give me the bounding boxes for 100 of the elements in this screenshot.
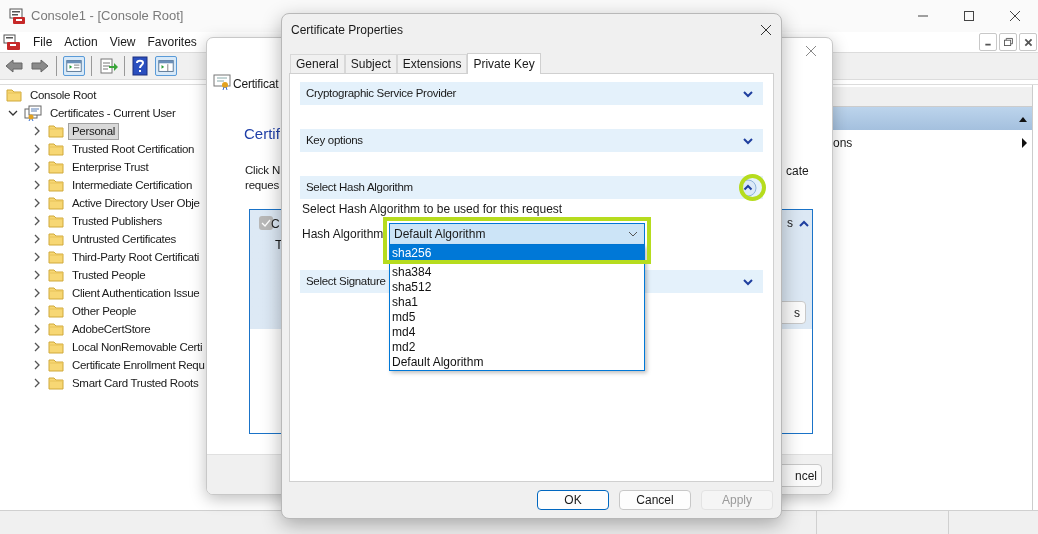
tab[interactable]: General: [290, 54, 345, 73]
certificate-icon: [24, 105, 42, 121]
tree-item[interactable]: Smart Card Trusted Roots: [68, 374, 203, 392]
folder-icon: [48, 376, 64, 390]
folder-icon: [48, 286, 64, 300]
chevron-icon[interactable]: [32, 288, 42, 298]
folder-icon: [48, 322, 64, 336]
dropdown-option[interactable]: md4: [390, 325, 644, 340]
intro-text: reques: [245, 178, 279, 193]
field-label: Hash Algorithm: [301, 226, 385, 243]
chevron-icon[interactable]: [32, 306, 42, 316]
chevron-icon[interactable]: [32, 252, 42, 262]
chevron-icon[interactable]: [32, 216, 42, 226]
tree-item[interactable]: Trusted Root Certification: [68, 140, 199, 158]
folder-icon: [48, 178, 64, 192]
section-header[interactable]: Key options: [300, 129, 763, 152]
tree-item[interactable]: Active Directory User Obje: [68, 194, 204, 212]
menu-item[interactable]: Action: [58, 33, 104, 51]
folder-icon: [48, 214, 64, 228]
chevron-icon[interactable]: [32, 162, 42, 172]
tree-item[interactable]: AdobeCertStore: [68, 320, 155, 338]
chevron-icon[interactable]: [8, 108, 18, 118]
folder-icon: [48, 340, 64, 354]
dialog-title: Certificate Properties: [291, 22, 404, 39]
folder-icon: [48, 250, 64, 264]
folder-icon: [48, 142, 64, 156]
menu-item[interactable]: View: [103, 33, 142, 51]
help-icon[interactable]: [131, 56, 149, 76]
tree-item[interactable]: Console Root: [26, 86, 101, 104]
chevron-icon[interactable]: [743, 136, 753, 145]
tree-item[interactable]: Personal: [68, 122, 119, 140]
chevron-icon[interactable]: [32, 360, 42, 370]
dropdown-field[interactable]: Default Algorithm: [389, 223, 645, 245]
chevron-icon[interactable]: [743, 89, 753, 98]
chevron-icon[interactable]: [32, 270, 42, 280]
folder-icon: [48, 268, 64, 282]
section-header[interactable]: Select Hash Algorithm: [300, 176, 763, 199]
dropdown-option[interactable]: sha1: [390, 295, 644, 310]
dropdown-option[interactable]: sha512: [390, 280, 644, 295]
tree-item[interactable]: Certificates - Current User: [46, 104, 180, 122]
chevron-icon[interactable]: [32, 324, 42, 334]
tab[interactable]: Private Key: [467, 53, 541, 74]
tab[interactable]: Subject: [344, 54, 397, 73]
chevron-icon[interactable]: [32, 198, 42, 208]
tree-item[interactable]: Client Authentication Issue: [68, 284, 204, 302]
window-title: Certificat: [233, 76, 279, 93]
restore-icon[interactable]: [999, 33, 1017, 51]
checkbox-label: C: [271, 216, 280, 233]
chevron-icon[interactable]: [32, 234, 42, 244]
menu-item[interactable]: Favorites: [141, 33, 203, 51]
tree-item[interactable]: Trusted People: [68, 266, 150, 284]
page-heading: Certif: [244, 124, 280, 144]
tree-item[interactable]: Local NonRemovable Certi: [68, 338, 206, 356]
folder-icon: [48, 232, 64, 246]
chevron-icon[interactable]: [32, 180, 42, 190]
tree-item[interactable]: Enterprise Trust: [68, 158, 153, 176]
tree-item[interactable]: Other People: [68, 302, 141, 320]
tab[interactable]: Extensions: [396, 54, 468, 73]
task-link[interactable]: ons: [833, 134, 853, 152]
tree-item[interactable]: Certificate Enrollment Requ: [68, 356, 206, 374]
dropdown-option[interactable]: Default Algorithm: [390, 355, 644, 370]
folder-icon: [48, 358, 64, 372]
show-action-pane-icon[interactable]: [155, 56, 177, 76]
section-description: Select Hash Algorithm to be used for this request: [301, 201, 564, 215]
caret-icon: [628, 231, 638, 237]
show-tree-icon[interactable]: [63, 56, 85, 76]
chevron-icon[interactable]: [32, 144, 42, 154]
maximize-icon[interactable]: [963, 10, 975, 22]
tree-item[interactable]: Trusted Publishers: [68, 212, 167, 230]
submenu-arrow-icon: [1020, 137, 1028, 149]
export-list-icon[interactable]: [98, 56, 118, 76]
folder-icon: [6, 88, 22, 102]
forward-icon[interactable]: [30, 57, 50, 75]
app-icon: [9, 8, 25, 24]
close-icon[interactable]: [1009, 10, 1021, 22]
folder-icon: [48, 160, 64, 174]
folder-icon: [48, 124, 64, 138]
folder-icon: [48, 304, 64, 318]
section-header[interactable]: Cryptographic Service Provider: [300, 82, 763, 105]
chevron-icon[interactable]: [32, 126, 42, 136]
dropdown-option[interactable]: md5: [390, 310, 644, 325]
dropdown-option[interactable]: md2: [390, 340, 644, 355]
check-icon: [261, 219, 271, 227]
tree-item[interactable]: Third-Party Root Certificati: [68, 248, 204, 266]
chevron-icon[interactable]: [32, 378, 42, 388]
certificate-icon: [213, 74, 231, 90]
dialog-button[interactable]: Cancel: [619, 490, 691, 510]
dropdown-option[interactable]: sha384: [390, 265, 644, 280]
chevron-icon[interactable]: [32, 342, 42, 352]
folder-icon: [48, 196, 64, 210]
menu-item[interactable]: File: [27, 33, 59, 51]
close-icon[interactable]: [760, 24, 772, 36]
chevron-icon[interactable]: [743, 277, 753, 286]
window-title: Console1 - [Console Root]: [31, 7, 184, 26]
intro-text: Click N: [245, 163, 280, 178]
dialog-button[interactable]: OK: [537, 490, 609, 510]
back-icon[interactable]: [4, 57, 24, 75]
tree-item[interactable]: Untrusted Certificates: [68, 230, 180, 248]
intro-text: cate: [786, 163, 809, 180]
tree-item[interactable]: Intermediate Certification: [68, 176, 197, 194]
